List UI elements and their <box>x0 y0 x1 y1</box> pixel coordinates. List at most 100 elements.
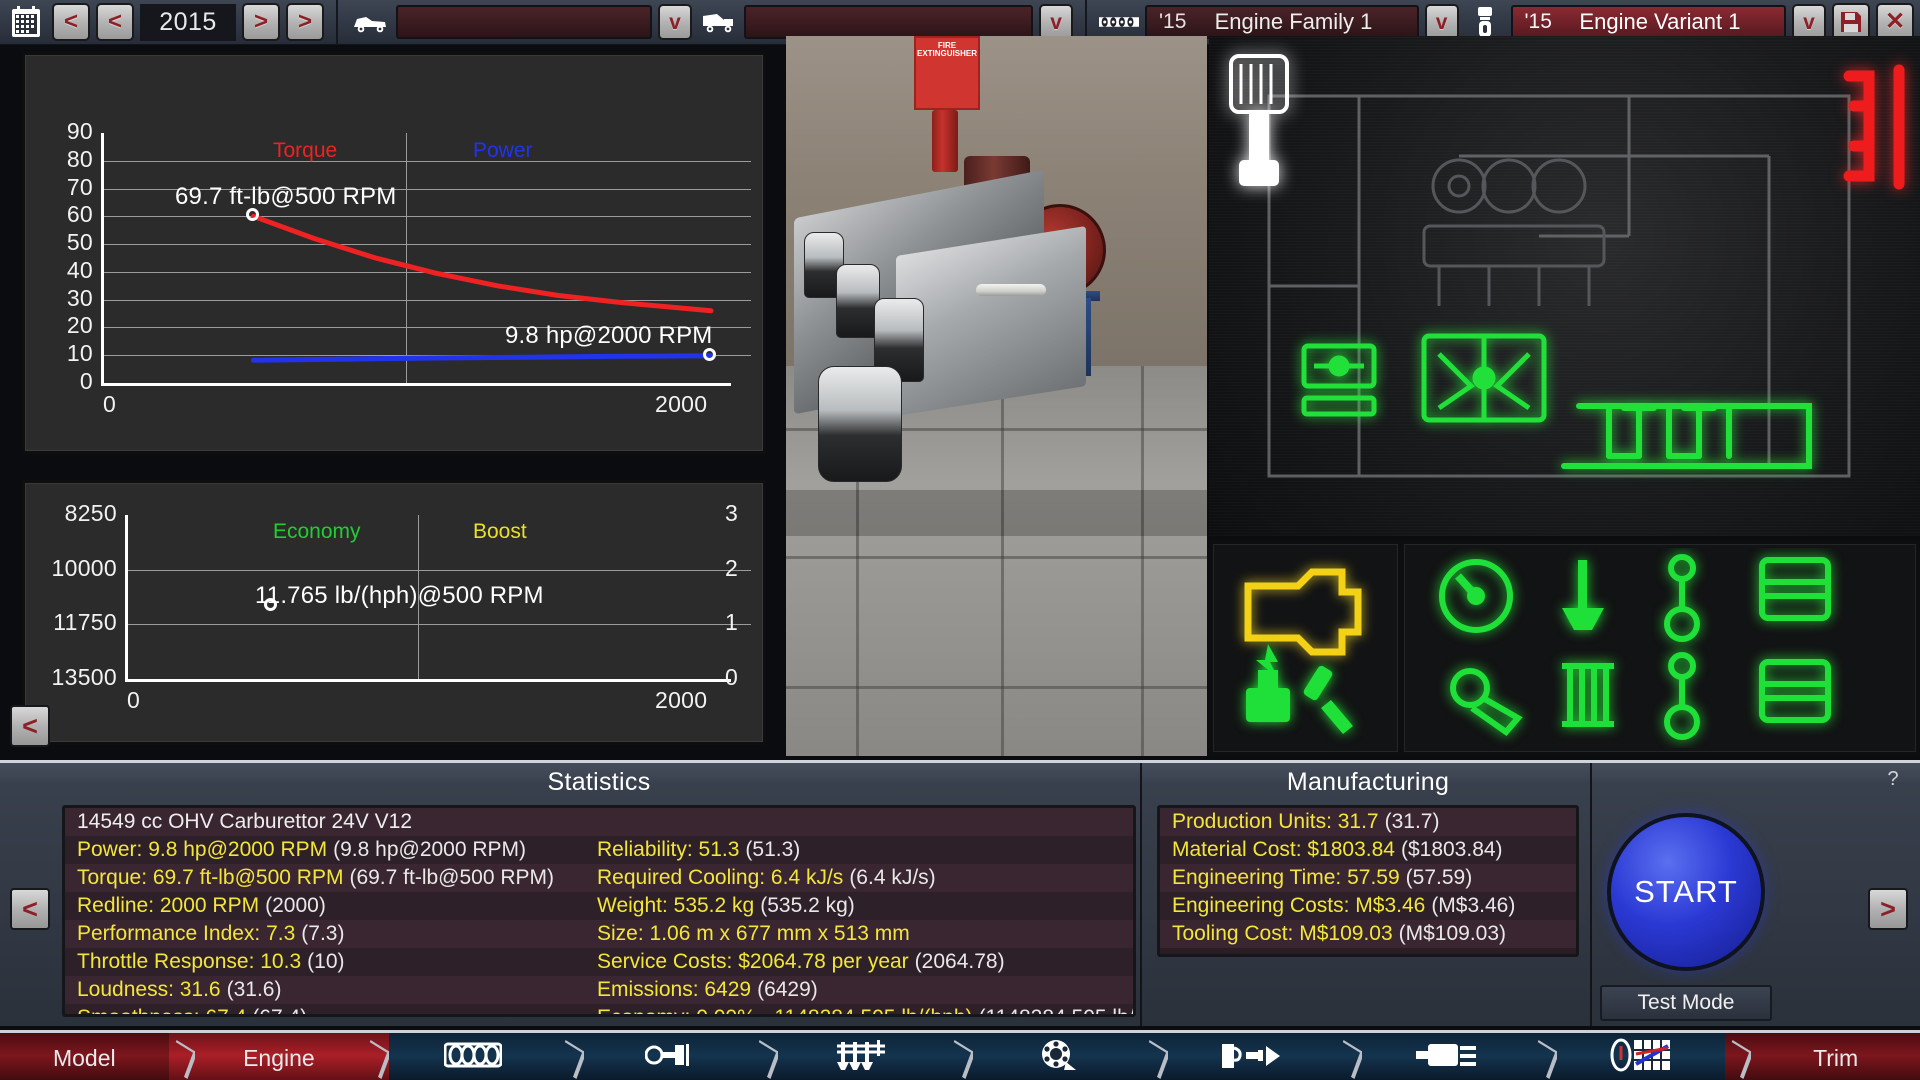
stat-key: Smoothness: 67.4 <box>77 1006 246 1014</box>
fuel-system-icon <box>1220 1040 1284 1076</box>
stat-row: Weight: 535.2 kg (535.2 kg) <box>585 892 1133 920</box>
stat-row: Size: 1.06 m x 677 mm x 513 mm <box>585 920 1133 948</box>
warning-icons-panel[interactable] <box>1213 544 1398 752</box>
legend-boost: Boost <box>473 520 527 543</box>
gridline <box>101 271 751 273</box>
stat-paren: (7.3) <box>301 922 345 945</box>
year-back-button[interactable]: < <box>96 3 134 41</box>
year-back-fast-button[interactable]: < <box>52 3 90 41</box>
year-forward-button[interactable]: > <box>242 3 280 41</box>
nav-chevron-icon <box>168 1033 195 1080</box>
nav-tab-tuning-gauge[interactable] <box>1556 1033 1726 1080</box>
stat-key: Size: 1.06 m x 677 mm x 513 mm <box>597 922 910 945</box>
stat-row: Engineering Costs: M$3.46 (M$3.46) <box>1160 892 1576 920</box>
schematic-piping <box>1267 94 1851 478</box>
stat-key: Economy: 0.00% - 1148284.505 lb/(hph) <box>597 1006 973 1014</box>
model-dropdown-button[interactable]: v <box>657 4 692 40</box>
trim-dropdown-button[interactable]: v <box>1039 4 1074 40</box>
nav-chevron-icon <box>363 1033 390 1080</box>
y-tick-label-left: 13500 <box>51 664 117 690</box>
nav-tab-valvetrain[interactable] <box>778 1033 947 1080</box>
stat-row: Throttle Response: 10.3 (10) <box>65 948 585 976</box>
nav-tab-turbocharger[interactable] <box>972 1033 1142 1080</box>
engine-family-dropdown-button[interactable]: v <box>1424 4 1459 40</box>
panel-divider-2 <box>1590 763 1592 1026</box>
stat-key: Emissions: 6429 <box>597 978 752 1001</box>
stat-paren: (535.2 kg) <box>760 894 855 917</box>
trim-field[interactable] <box>743 5 1034 39</box>
stat-paren: (69.7 ft-lb@500 RPM) <box>349 866 555 889</box>
calendar-icon <box>6 2 46 42</box>
stat-key: Required Cooling: 6.4 kJ/s <box>597 866 844 889</box>
engine-preview-image[interactable]: FIRE EXTINGUISHER <box>786 36 1207 756</box>
stat-key: Tooling Cost: M$109.03 <box>1172 922 1393 945</box>
stat-paren: (1148284.505 lb/(hph)) <box>979 1006 1133 1014</box>
stat-paren: (57.59) <box>1405 866 1473 889</box>
engine-block-icon <box>443 1040 503 1076</box>
gridline <box>101 244 751 246</box>
gridline-vertical <box>406 133 407 383</box>
chart-back-button[interactable]: < <box>10 705 50 747</box>
statistics-panel[interactable]: 14549 cc OHV Carburettor 24V V12 Power: 9… <box>62 805 1136 1017</box>
nav-tab-model[interactable]: Model <box>0 1033 169 1080</box>
fire-extinguisher-sign: FIRE EXTINGUISHER <box>914 36 980 110</box>
statistics-left-column: 14549 cc OHV Carburettor 24V V12 Power: 9… <box>65 808 585 1014</box>
nav-tab-crankshaft-piston[interactable] <box>583 1033 753 1080</box>
y-tick-label: 30 <box>66 284 93 311</box>
piston-large <box>818 366 902 482</box>
valvetrain-icon <box>835 1038 891 1078</box>
y-tick-label: 70 <box>66 173 93 200</box>
nav-tab-engine[interactable]: Engine <box>194 1033 364 1080</box>
engine-variant-dropdown-button[interactable]: v <box>1792 4 1826 40</box>
nav-tab-fuel-system[interactable] <box>1167 1033 1337 1080</box>
nav-chevron-icon <box>557 1033 584 1080</box>
y-tick-label: 90 <box>66 118 93 144</box>
nav-chevron-icon <box>946 1033 973 1080</box>
nav-tab-label: Model <box>52 1044 116 1071</box>
stat-key: Performance Index: 7.3 <box>77 922 296 945</box>
nav-tab-exhaust[interactable] <box>1362 1033 1531 1080</box>
stat-key: Throttle Response: 10.3 <box>77 950 302 973</box>
spark-plug-icon <box>1246 644 1290 722</box>
air-filter-icon <box>1229 54 1289 186</box>
stat-row: Redline: 2000 RPM (2000) <box>65 892 585 920</box>
exhaust-icon <box>1414 1040 1478 1076</box>
gridline <box>125 624 751 626</box>
stat-key: Production Units: 31.7 <box>1172 810 1379 833</box>
engine-family-field[interactable]: '15 Engine Family 1 <box>1145 5 1419 39</box>
engine-part-icons-panel[interactable] <box>1404 544 1916 752</box>
engine-schematic[interactable] <box>1209 36 1920 536</box>
intake-runner-icon <box>1421 333 1547 423</box>
stat-row: Required Cooling: 6.4 kJ/s (6.4 kJ/s) <box>585 864 1133 892</box>
model-field[interactable] <box>395 5 652 39</box>
radiator-icon <box>1561 403 1812 469</box>
manufacturing-heading: Manufacturing <box>1286 768 1450 796</box>
photo-shadow <box>786 490 1207 536</box>
stat-paren: (67.4) <box>252 1006 307 1014</box>
stat-paren: (10) <box>307 950 345 973</box>
stat-key: Weight: 535.2 kg <box>597 894 755 917</box>
year-display: 2015 <box>140 3 236 41</box>
exhaust-manifold-icon <box>1843 64 1905 190</box>
y-tick-label-left: 8250 <box>64 500 117 526</box>
truck-icon <box>698 2 738 42</box>
help-button[interactable]: ? <box>1878 762 1908 796</box>
y-tick-label: 80 <box>66 145 93 172</box>
engine-variant-name: Engine Variant 1 <box>1579 9 1741 34</box>
year-forward-fast-button[interactable]: > <box>286 3 324 41</box>
gridline <box>101 355 751 357</box>
start-button[interactable]: START <box>1607 813 1765 971</box>
y-axis <box>101 133 104 386</box>
test-mode-button[interactable]: Test Mode <box>1600 985 1772 1021</box>
engine-variant-field[interactable]: '15 Engine Variant 1 <box>1510 5 1786 39</box>
stat-paren: (31.7) <box>1384 810 1440 833</box>
y-tick-label: 20 <box>66 312 93 339</box>
info-next-button[interactable]: > <box>1868 888 1908 930</box>
manufacturing-panel[interactable]: Production Units: 31.7 (31.7) Material Co… <box>1157 805 1579 957</box>
nav-tab-engine-block[interactable] <box>389 1033 558 1080</box>
valve-icon <box>1562 560 1604 630</box>
info-prev-button[interactable]: < <box>10 888 50 930</box>
nav-tab-trim[interactable]: Trim <box>1751 1033 1920 1080</box>
check-engine-icon <box>1244 568 1362 656</box>
stat-spacer-row <box>585 808 1133 836</box>
